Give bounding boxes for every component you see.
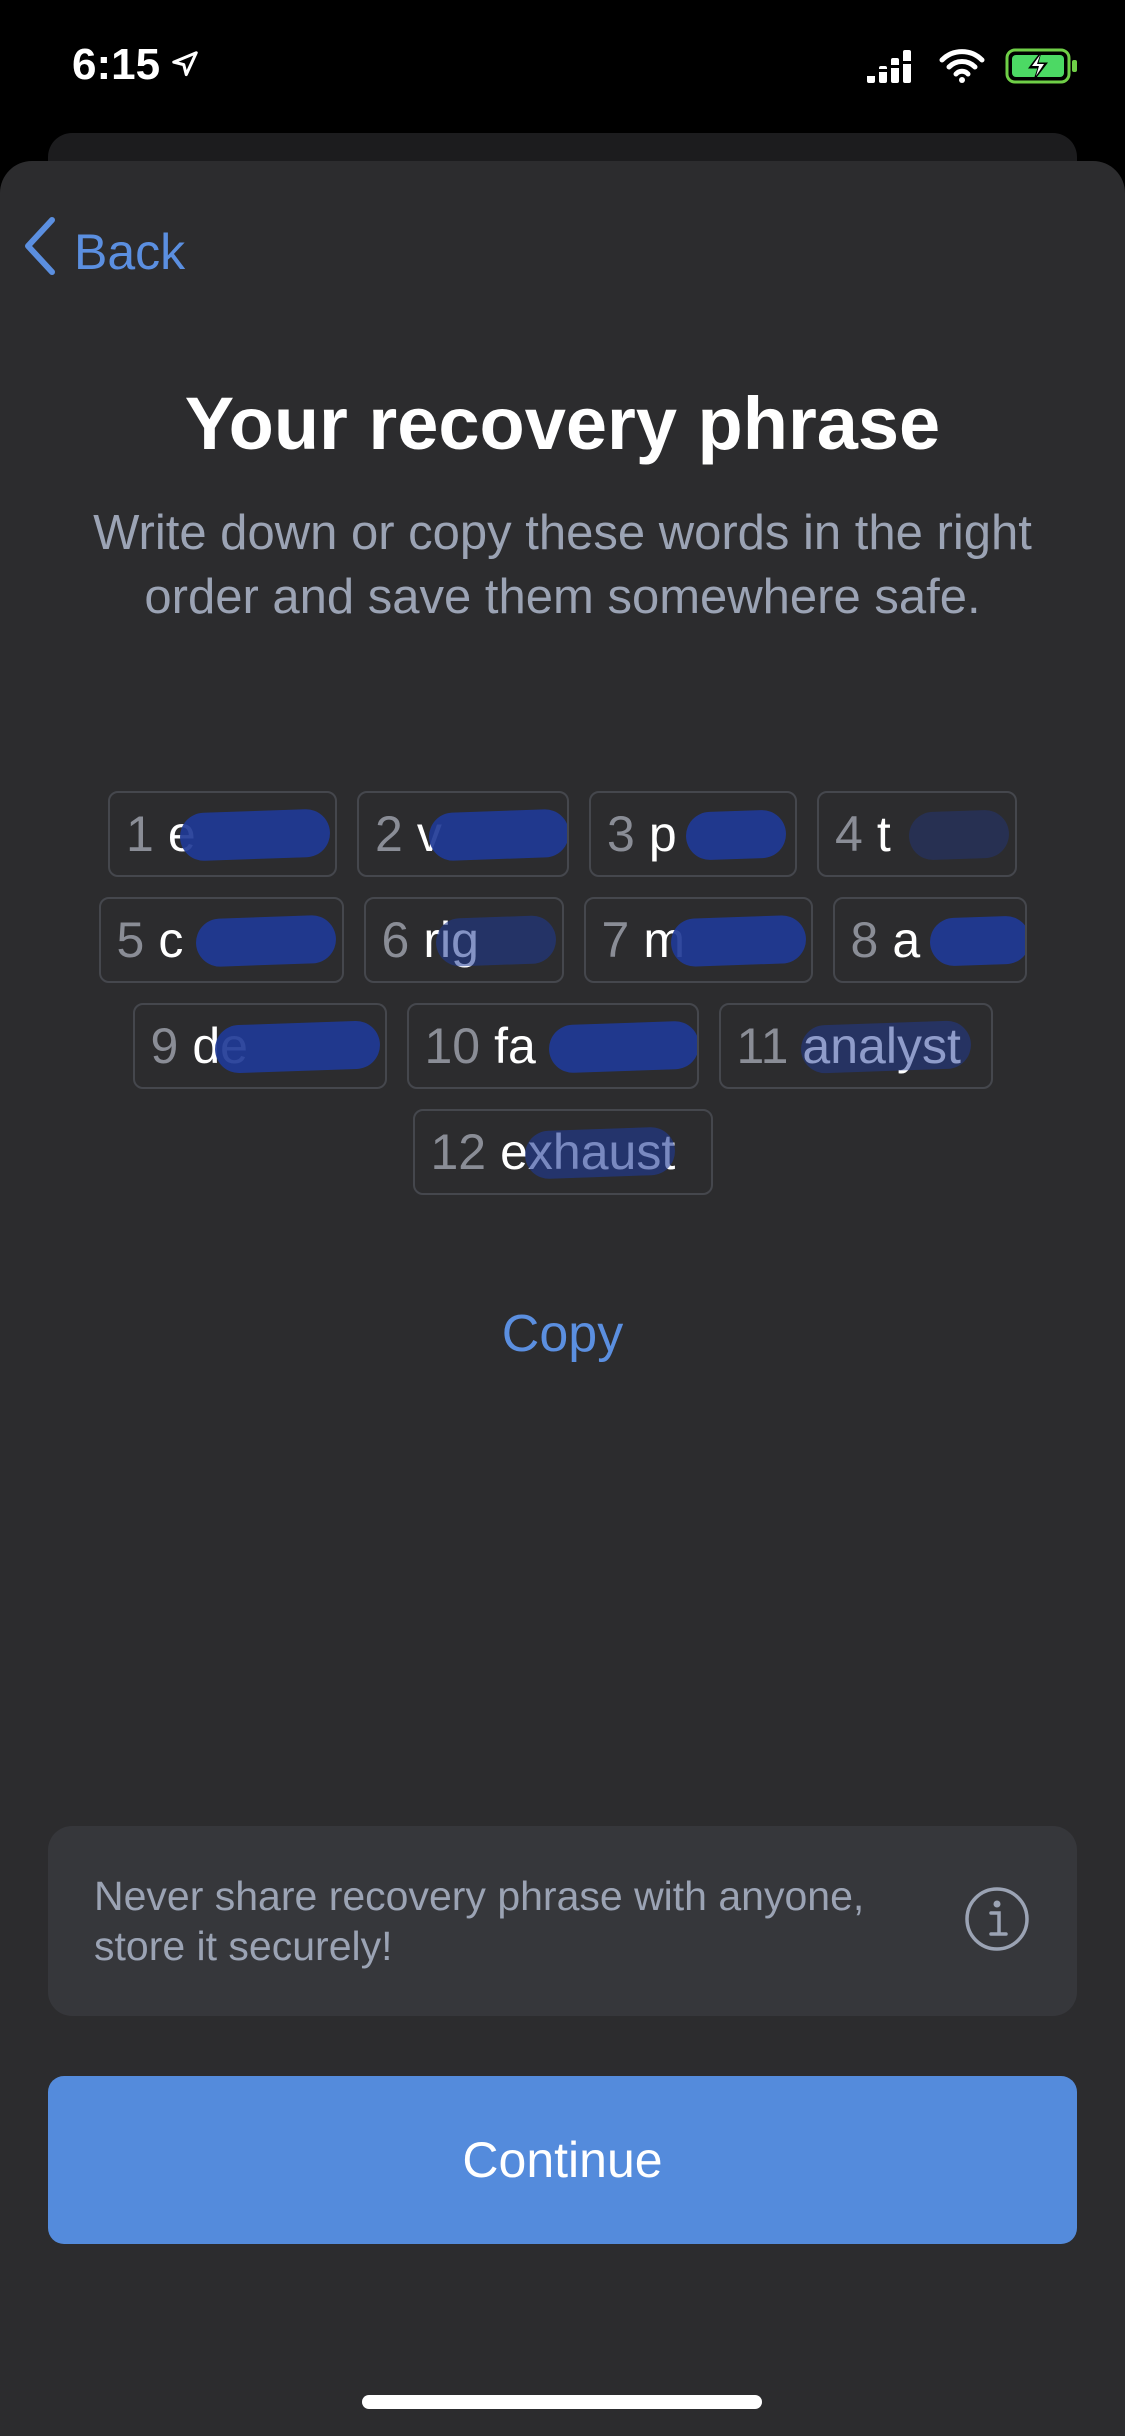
word-number: 3: [607, 806, 635, 862]
word-chip[interactable]: 4 t: [817, 791, 1017, 877]
chevron-left-icon: [22, 216, 58, 288]
cellular-signal-icon: [867, 49, 919, 88]
word-chip[interactable]: 12 exhaust: [412, 1109, 713, 1195]
warning-text: Never share recovery phrase with anyone,…: [94, 1873, 865, 1969]
home-indicator[interactable]: [362, 2395, 762, 2409]
word-text: a: [892, 912, 921, 968]
status-bar: 6:15: [0, 0, 1125, 140]
word-number: 8: [850, 912, 879, 968]
redaction-mark: [179, 808, 331, 862]
word-chip[interactable]: 5 c: [98, 897, 344, 983]
word-chip[interactable]: 9 de: [132, 1003, 387, 1089]
redaction-mark: [928, 915, 1025, 967]
redaction-mark: [523, 1126, 676, 1180]
recovery-phrase-sheet: Back Your recovery phrase Write down or …: [0, 161, 1125, 2436]
continue-button[interactable]: Continue: [48, 2076, 1077, 2244]
redaction-mark: [434, 914, 557, 968]
wifi-icon: [939, 49, 985, 88]
word-number: 5: [116, 912, 145, 968]
word-number: 12: [430, 1124, 487, 1180]
redaction-mark: [547, 1020, 697, 1074]
word-chip[interactable]: 1 e: [108, 791, 337, 877]
page-title: Your recovery phrase: [184, 382, 941, 465]
word-number: 4: [835, 806, 863, 862]
back-button[interactable]: Back: [22, 216, 185, 288]
redaction-mark: [194, 914, 337, 968]
word-text: t: [876, 806, 891, 862]
redaction-mark: [669, 914, 807, 968]
word-chip[interactable]: 6 rig: [363, 897, 564, 983]
word-chip[interactable]: 11 analyst: [718, 1003, 993, 1089]
page-subtitle: Write down or copy these words in the ri…: [93, 506, 1032, 624]
info-icon[interactable]: [963, 1885, 1031, 1958]
copy-button[interactable]: Copy: [0, 1304, 1125, 1364]
status-indicators: [867, 48, 1079, 89]
word-number: 6: [381, 912, 410, 968]
recovery-words-grid: 1 e 2 v 3 p 4 t 5 c: [60, 791, 1065, 1195]
word-number: 11: [736, 1018, 789, 1074]
word-text: p: [648, 806, 677, 862]
word-number: 10: [424, 1018, 481, 1074]
word-chip[interactable]: 3 p: [589, 791, 797, 877]
status-time: 6:15: [72, 40, 200, 90]
battery-charging-icon: [1005, 48, 1079, 89]
redaction-mark: [908, 809, 1010, 861]
location-arrow-icon: [170, 40, 200, 90]
word-text: c: [158, 912, 184, 968]
warning-banner: Never share recovery phrase with anyone,…: [48, 1826, 1077, 2016]
screen: 6:15 Back Your recovery phrase Write dow…: [0, 0, 1125, 2436]
word-number: 2: [375, 806, 403, 862]
word-chip[interactable]: 2 v: [357, 791, 569, 877]
status-time-text: 6:15: [72, 40, 161, 89]
word-text: fa: [494, 1018, 536, 1074]
word-chip[interactable]: 7 m: [583, 897, 813, 983]
redaction-mark: [428, 808, 567, 862]
word-chip[interactable]: 8 a: [832, 897, 1027, 983]
back-label: Back: [74, 224, 186, 280]
word-number: 7: [601, 912, 630, 968]
redaction-mark: [799, 1020, 972, 1074]
redaction-mark: [685, 809, 787, 861]
word-number: 9: [150, 1018, 179, 1074]
redaction-mark: [213, 1020, 381, 1074]
word-chip[interactable]: 10 fa: [406, 1003, 699, 1089]
word-number: 1: [126, 806, 154, 862]
